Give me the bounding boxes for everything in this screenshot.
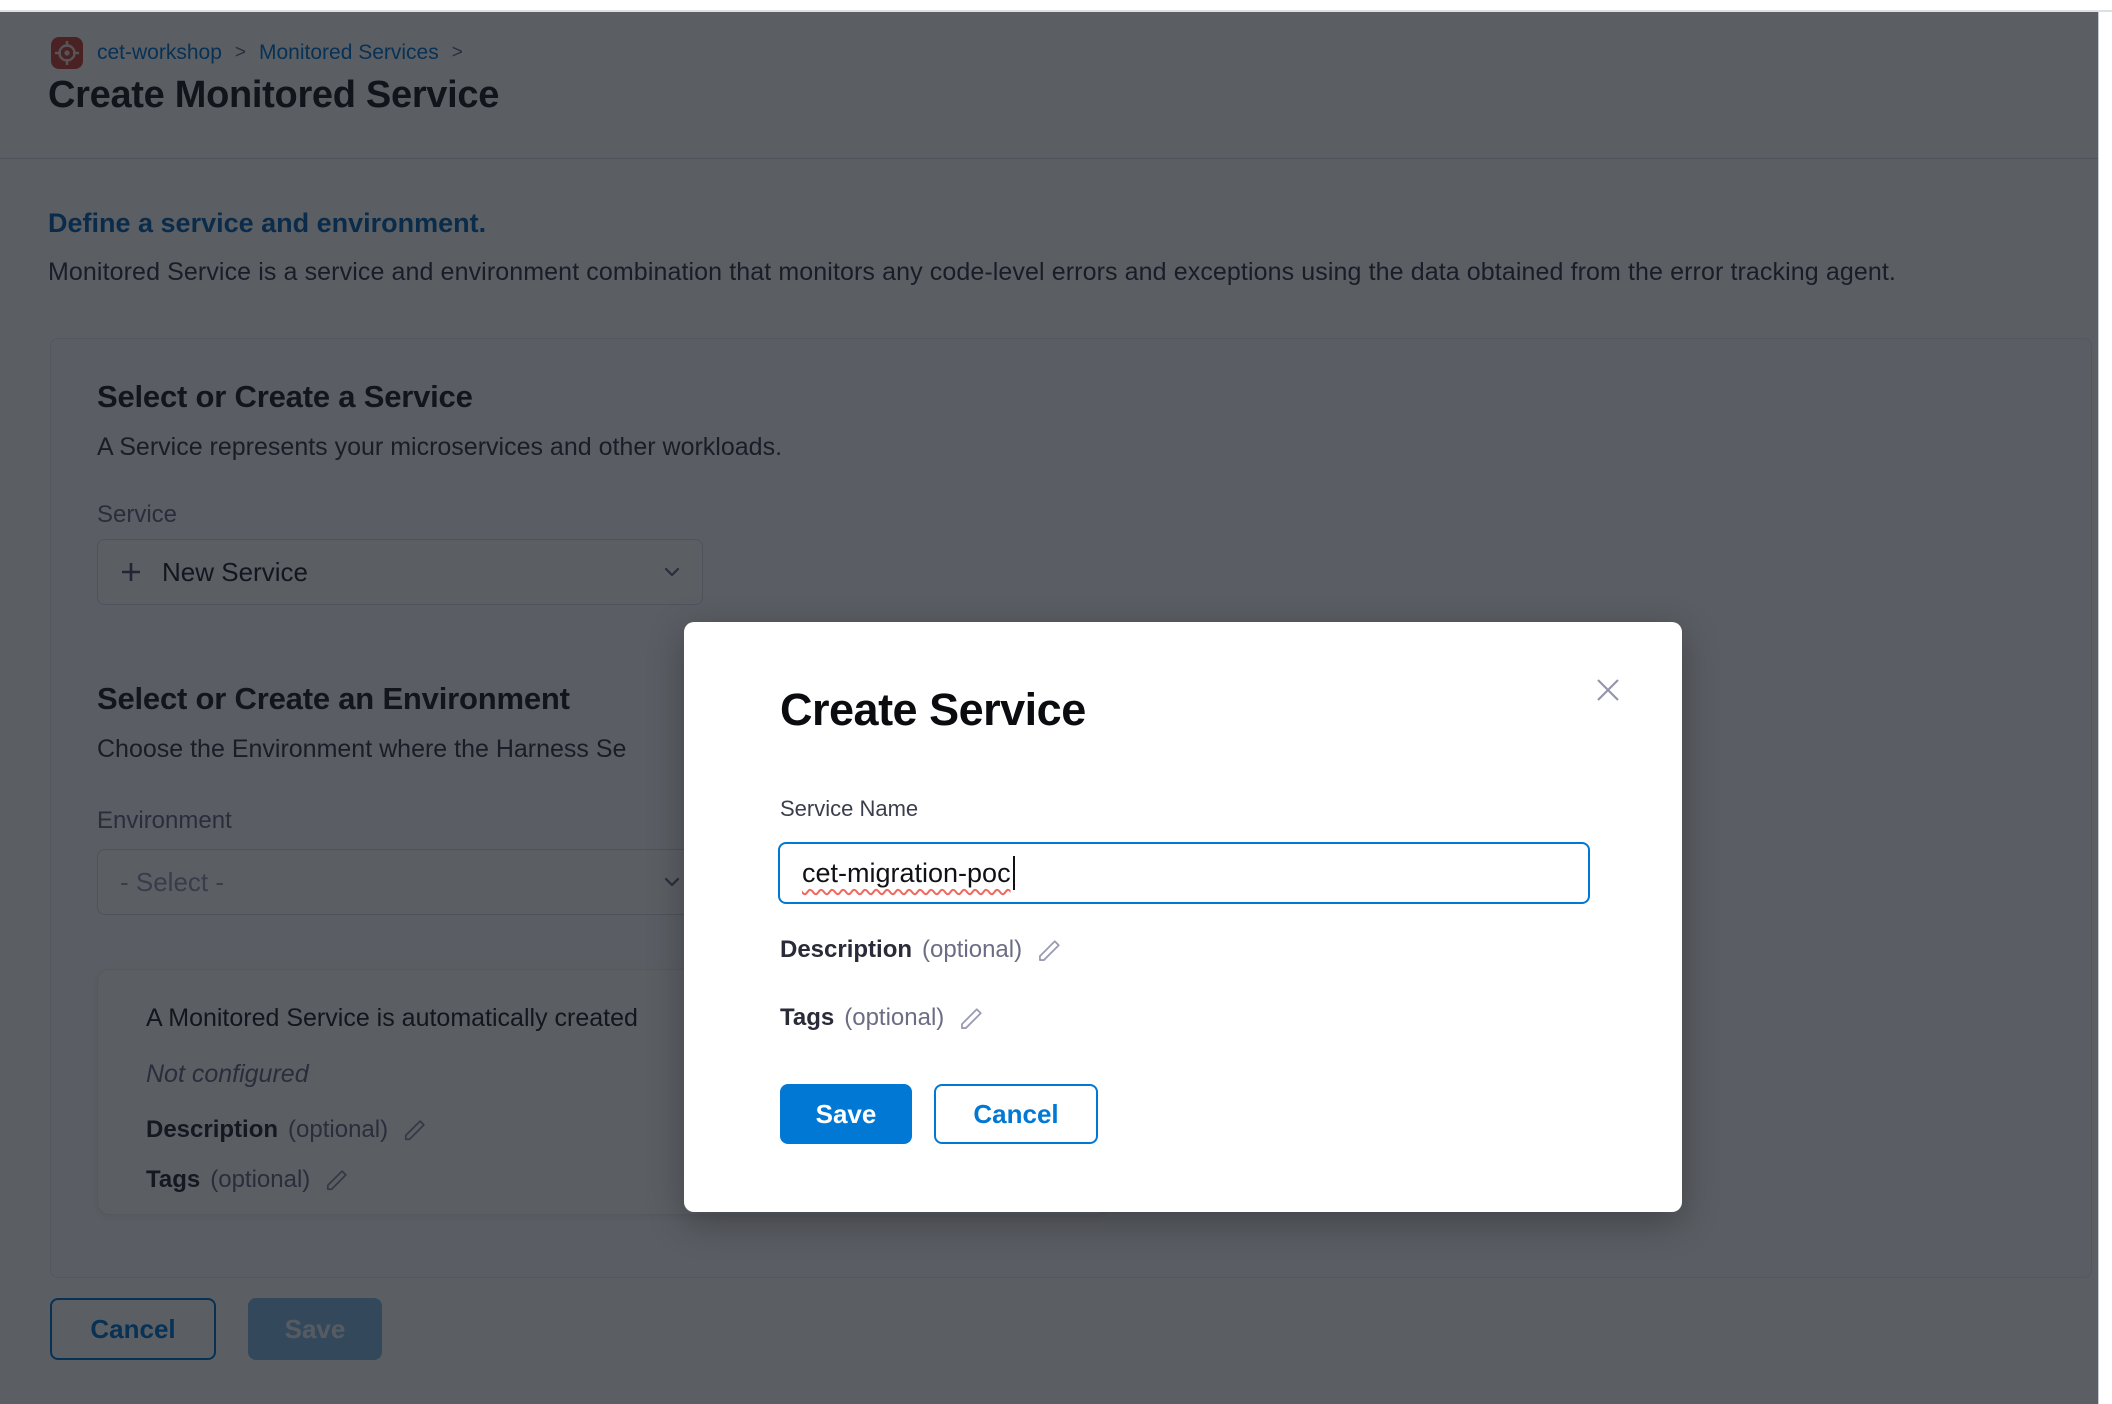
create-service-dialog: Create Service Service Name cet-migratio… [684,622,1682,1212]
text-cursor [1013,856,1015,890]
edit-tags-pencil-icon[interactable] [958,1005,985,1032]
dialog-save-button[interactable]: Save [780,1084,912,1144]
dialog-cancel-button[interactable]: Cancel [934,1084,1098,1144]
dialog-title: Create Service [780,684,1086,736]
window-top-strip [0,0,2112,12]
optional-suffix: (optional) [922,936,1022,964]
dialog-tags-row: Tags (optional) [780,1004,985,1032]
description-label: Description [780,936,912,964]
service-name-value: cet-migration-poc [802,858,1011,889]
screen: cet-workshop > Monitored Services > Crea… [0,0,2112,1404]
close-icon[interactable] [1588,670,1628,710]
service-name-label: Service Name [780,796,918,822]
service-name-input[interactable]: cet-migration-poc [778,842,1590,904]
tags-label: Tags [780,1004,834,1032]
dialog-description-row: Description (optional) [780,936,1063,964]
edit-description-pencil-icon[interactable] [1036,937,1063,964]
optional-suffix: (optional) [844,1004,944,1032]
scrollbar-gutter[interactable] [2098,12,2112,1404]
dialog-buttons: Save Cancel [780,1084,1098,1144]
